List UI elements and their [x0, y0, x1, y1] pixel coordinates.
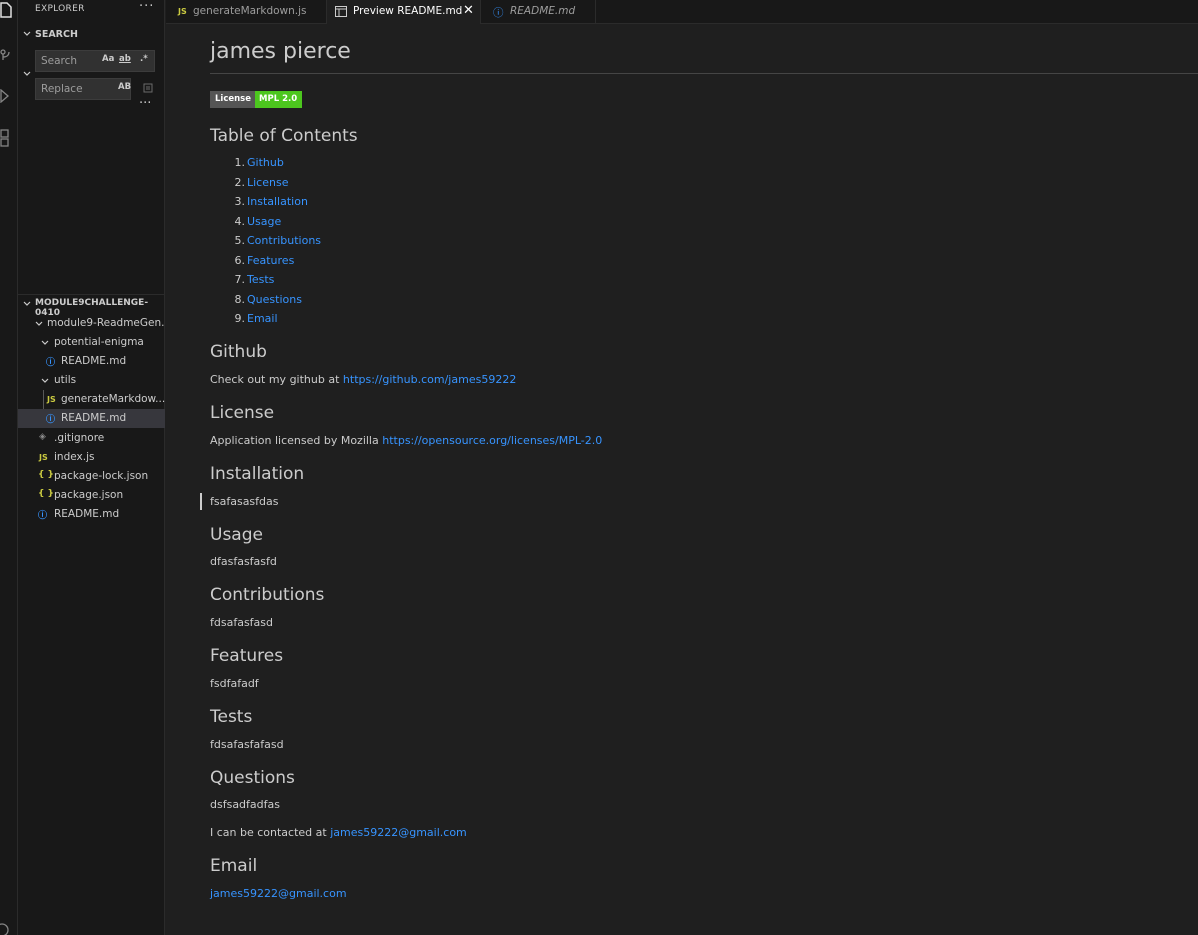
toc-item-license[interactable]: 2. License [232, 176, 289, 189]
info-icon: ⓘ [46, 358, 56, 368]
section-heading-questions: Questions [210, 768, 295, 788]
source-control-icon[interactable] [0, 46, 18, 66]
preserve-case-icon[interactable]: AB [118, 82, 131, 92]
tree-file-gitignore[interactable]: ◈ .gitignore [18, 429, 165, 448]
explorer-title: EXPLORER [35, 4, 85, 14]
license-badge: License MPL 2.0 [210, 91, 303, 108]
section-divider [18, 294, 165, 295]
search-input[interactable]: Search Aa ab .* [35, 50, 155, 72]
toc-item-github[interactable]: 1. Github [232, 156, 284, 169]
js-icon: JS [39, 453, 48, 462]
editor-tab-bar: JS generateMarkdown.js Preview README.md… [166, 0, 1198, 24]
license-paragraph: Application licensed by Mozilla https://… [210, 434, 603, 447]
tab-readme[interactable]: ⓘ README.md [481, 0, 596, 24]
more-actions-icon[interactable]: ··· [139, 0, 154, 14]
json-icon: { } [38, 489, 54, 499]
info-icon: ⓘ [46, 415, 56, 425]
chevron-down-icon [41, 340, 49, 345]
email-link[interactable]: james59222@gmail.com [210, 887, 347, 900]
chevron-down-icon[interactable] [22, 29, 32, 39]
info-icon: ⓘ [493, 7, 504, 19]
run-debug-icon[interactable] [0, 86, 18, 106]
github-paragraph: Check out my github at https://github.co… [210, 373, 517, 386]
toc-item-questions[interactable]: 8. Questions [232, 293, 302, 306]
section-heading-github: Github [210, 342, 267, 362]
tree-file-readme-selected[interactable]: ⓘ README.md [18, 409, 165, 428]
tree-folder-module9[interactable]: module9-ReadmeGen... [18, 314, 165, 333]
tests-paragraph: fdsafasfafasd [210, 738, 284, 751]
title-divider [210, 73, 1198, 74]
replace-all-icon[interactable] [142, 82, 154, 94]
contributions-paragraph: fdsafasfasd [210, 616, 273, 629]
tree-folder-utils[interactable]: utils [18, 371, 165, 390]
toc-item-tests[interactable]: 7. Tests [232, 273, 275, 286]
match-word-icon[interactable]: ab [119, 54, 131, 64]
questions-paragraph: dsfsadfadfas [210, 798, 280, 811]
account-icon[interactable] [0, 918, 18, 935]
tree-file-package[interactable]: { } package.json [18, 486, 165, 505]
activity-bar [0, 0, 18, 935]
section-heading-installation: Installation [210, 464, 305, 484]
close-icon[interactable]: ✕ [463, 3, 474, 18]
tree-file-root-readme[interactable]: ⓘ README.md [18, 505, 165, 524]
tree-file-generatemarkdown[interactable]: JS generateMarkdow... [18, 390, 165, 409]
match-case-icon[interactable]: Aa [102, 54, 114, 64]
info-icon: ⓘ [38, 511, 48, 521]
section-heading-email: Email [210, 856, 258, 876]
usage-paragraph: dfasfasfasfd [210, 555, 277, 568]
section-heading-features: Features [210, 646, 284, 666]
toc-item-usage[interactable]: 4. Usage [232, 215, 282, 228]
toc-item-email[interactable]: 9. Email [232, 312, 278, 325]
tree-folder-potential-enigma[interactable]: potential-enigma [18, 333, 165, 352]
section-heading-license: License [210, 403, 275, 423]
page-title: james pierce [210, 39, 351, 64]
tree-file-index-js[interactable]: JS index.js [18, 448, 165, 467]
markdown-preview: james pierce License MPL 2.0 Table of Co… [166, 25, 1198, 935]
regex-icon[interactable]: .* [140, 54, 148, 64]
github-link[interactable]: https://github.com/james59222 [343, 373, 516, 386]
contact-paragraph: I can be contacted at james59222@gmail.c… [210, 826, 467, 839]
section-heading-contributions: Contributions [210, 585, 325, 605]
chevron-down-icon [35, 321, 43, 326]
toc-item-contributions[interactable]: 5. Contributions [232, 234, 322, 247]
chevron-down-icon[interactable] [22, 69, 32, 79]
chevron-down-icon[interactable] [22, 299, 32, 309]
tree-file-readme[interactable]: ⓘ README.md [18, 352, 165, 371]
replace-input[interactable]: Replace AB [35, 78, 131, 100]
tree-file-package-lock[interactable]: { } package-lock.json [18, 467, 165, 486]
sidebar: EXPLORER ··· SEARCH Search Aa ab .* Repl… [18, 0, 165, 935]
section-heading-tests: Tests [210, 707, 253, 727]
installation-paragraph: fsafasasfdas [210, 495, 279, 508]
extensions-icon[interactable] [0, 128, 18, 148]
js-icon: JS [178, 7, 187, 16]
more-options-icon[interactable]: ··· [139, 96, 151, 111]
json-icon: { } [38, 470, 54, 480]
license-link[interactable]: https://opensource.org/licenses/MPL-2.0 [382, 434, 602, 447]
chevron-down-icon [41, 378, 49, 383]
features-paragraph: fsdfafadf [210, 677, 259, 690]
email-paragraph: james59222@gmail.com [210, 887, 347, 900]
scroll-sync-indicator [200, 493, 202, 510]
tab-preview-readme[interactable]: Preview README.md ✕ [327, 0, 481, 24]
git-icon: ◈ [39, 432, 46, 442]
toc-item-features[interactable]: 6. Features [232, 254, 295, 267]
search-section-title[interactable]: SEARCH [35, 29, 78, 40]
js-icon: JS [47, 395, 56, 404]
toc-item-installation[interactable]: 3. Installation [232, 195, 308, 208]
tab-generatemarkdown[interactable]: JS generateMarkdown.js [166, 0, 327, 24]
files-icon[interactable] [0, 0, 18, 20]
contact-email-link[interactable]: james59222@gmail.com [330, 826, 467, 839]
toc-heading: Table of Contents [210, 126, 358, 146]
preview-icon [335, 6, 347, 17]
section-heading-usage: Usage [210, 525, 263, 545]
